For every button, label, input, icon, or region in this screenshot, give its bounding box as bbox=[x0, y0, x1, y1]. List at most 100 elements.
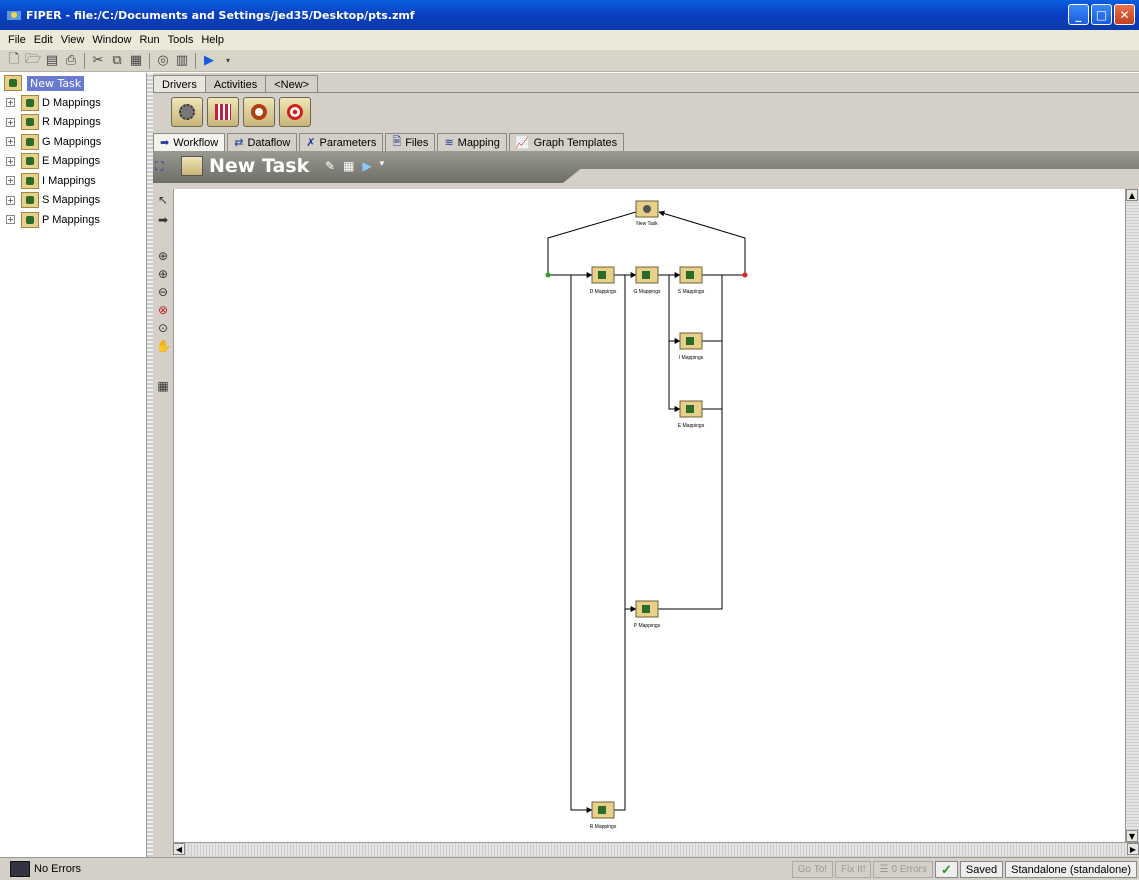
node-g-mappings[interactable]: G Mappings bbox=[634, 266, 661, 295]
goto-button[interactable]: Go To! bbox=[791, 861, 834, 878]
pan-hand-icon[interactable]: ✋ bbox=[156, 339, 171, 353]
node-e-mappings[interactable]: E Mappings bbox=[678, 400, 705, 429]
zoom-in-icon[interactable]: ⊕ bbox=[156, 267, 170, 281]
save-icon[interactable]: ▤ bbox=[44, 53, 60, 69]
tab-label: Graph Templates bbox=[533, 136, 618, 149]
tab-parameters[interactable]: ✗ Parameters bbox=[299, 133, 384, 151]
errors-count: 0 Errors bbox=[891, 864, 928, 875]
run-icon[interactable]: ▶ bbox=[362, 159, 371, 173]
node-r-mappings[interactable]: R Mappings bbox=[590, 801, 617, 830]
dataflow-icon: ⇄ bbox=[234, 137, 244, 149]
close-button[interactable]: ✕ bbox=[1114, 4, 1135, 25]
print-icon[interactable]: ⎙ bbox=[63, 53, 79, 69]
svg-text:New Task: New Task bbox=[636, 221, 658, 227]
horizontal-scrollbar[interactable]: ◀ ▶ bbox=[173, 842, 1139, 856]
menu-view[interactable]: View bbox=[57, 34, 89, 46]
driver-palette bbox=[171, 97, 311, 127]
tree-item-r-mappings[interactable]: + R Mappings bbox=[0, 113, 146, 133]
driver-gears-button[interactable] bbox=[171, 97, 203, 127]
end-node bbox=[742, 272, 748, 278]
new-icon[interactable]: 🗋 bbox=[6, 52, 22, 69]
menu-edit[interactable]: Edit bbox=[30, 34, 57, 46]
scroll-left-icon[interactable]: ◀ bbox=[173, 843, 185, 855]
node-p-mappings[interactable]: P Mappings bbox=[634, 600, 661, 629]
globe-icon[interactable]: ◎ bbox=[155, 53, 171, 69]
tab-mapping[interactable]: ≋ Mapping bbox=[437, 133, 507, 151]
status-message: No Errors bbox=[34, 863, 82, 875]
expand-icon[interactable]: + bbox=[6, 156, 15, 166]
menu-bar: File Edit View Window Run Tools Help bbox=[0, 30, 1139, 50]
gears-icon bbox=[179, 104, 195, 120]
tree-item-i-mappings[interactable]: + I Mappings bbox=[0, 171, 146, 191]
tab-graph-templates[interactable]: 📈 Graph Templates bbox=[508, 133, 625, 151]
tree-item-p-mappings[interactable]: + P Mappings bbox=[0, 210, 146, 230]
tree-root[interactable]: New Task bbox=[0, 73, 146, 93]
menu-file[interactable]: File bbox=[4, 34, 30, 46]
hierarchy-icon[interactable]: ⛶ bbox=[155, 159, 163, 174]
grid-toggle-icon[interactable]: ▦ bbox=[156, 379, 170, 393]
tree-item-s-mappings[interactable]: + S Mappings bbox=[0, 191, 146, 211]
zoom-reset-icon[interactable]: ⊙ bbox=[156, 321, 170, 335]
tab-dataflow[interactable]: ⇄ Dataflow bbox=[227, 133, 298, 151]
expand-icon[interactable]: + bbox=[6, 215, 15, 225]
canvas-tools: ↖ ➡ ⊕ ⊕ ⊖ ⊗ ⊙ ✋ ▦ bbox=[153, 189, 173, 839]
node-s-mappings[interactable]: S Mappings bbox=[678, 266, 705, 295]
svg-text:S Mappings: S Mappings bbox=[678, 289, 705, 295]
edit-icon[interactable]: ✎ bbox=[325, 159, 335, 173]
zoom-out-icon[interactable]: ⊖ bbox=[156, 285, 170, 299]
zoom-fit-icon[interactable]: ⊕ bbox=[156, 249, 170, 263]
copy-icon[interactable]: ⧉ bbox=[109, 53, 125, 69]
node-new-task[interactable]: New Task bbox=[635, 200, 659, 227]
workflow-canvas[interactable]: New Task D Mappings G Mappings S Mapping… bbox=[173, 189, 1125, 842]
scroll-up-icon[interactable]: ▲ bbox=[1126, 189, 1138, 201]
open-icon[interactable]: 🗁 bbox=[25, 52, 41, 69]
menu-help[interactable]: Help bbox=[197, 34, 228, 46]
delete-icon[interactable]: ⊗ bbox=[156, 303, 170, 317]
expand-icon[interactable]: + bbox=[6, 98, 15, 108]
vertical-scrollbar[interactable]: ▲ ▼ bbox=[1125, 189, 1139, 842]
node-i-mappings[interactable]: I Mappings bbox=[679, 332, 704, 361]
node-d-mappings[interactable]: D Mappings bbox=[590, 266, 617, 295]
run-icon[interactable]: ▶ bbox=[201, 53, 217, 69]
tree-item-e-mappings[interactable]: + E Mappings bbox=[0, 152, 146, 172]
connect-arrow-icon[interactable]: ➡ bbox=[156, 213, 170, 227]
target-icon bbox=[287, 104, 303, 120]
fix-button[interactable]: Fix It! bbox=[835, 861, 872, 878]
tree-item-g-mappings[interactable]: + G Mappings bbox=[0, 132, 146, 152]
driver-ring-button[interactable] bbox=[243, 97, 275, 127]
mapping-icon: ≋ bbox=[444, 137, 454, 149]
tab-files[interactable]: 🗎 Files bbox=[385, 133, 436, 151]
tab-workflow[interactable]: ➡ Workflow bbox=[153, 133, 226, 151]
menu-tools[interactable]: Tools bbox=[164, 34, 198, 46]
table-icon[interactable]: ▦ bbox=[343, 159, 354, 173]
minimize-button[interactable]: _ bbox=[1068, 4, 1089, 25]
dropdown-icon[interactable]: ▾ bbox=[220, 53, 236, 69]
select-pointer-icon[interactable]: ↖ bbox=[156, 193, 170, 207]
tree-item-label: D Mappings bbox=[42, 96, 101, 109]
expand-icon[interactable]: + bbox=[6, 137, 15, 147]
paste-icon[interactable]: ▦ bbox=[128, 53, 144, 69]
maximize-button[interactable]: □ bbox=[1091, 4, 1112, 25]
tab-activities[interactable]: Activities bbox=[204, 75, 267, 93]
expand-icon[interactable]: + bbox=[6, 117, 15, 127]
errors-button[interactable]: ☰ 0 Errors bbox=[873, 861, 934, 878]
cut-icon[interactable]: ✂ bbox=[90, 53, 106, 69]
console-icon[interactable] bbox=[10, 861, 30, 877]
dropdown-icon[interactable]: ▾ bbox=[380, 159, 385, 173]
menu-window[interactable]: Window bbox=[88, 34, 135, 46]
menu-run[interactable]: Run bbox=[135, 34, 163, 46]
toolbar: 🗋 🗁 ▤ ⎙ ✂ ⧉ ▦ ◎ ▥ ▶ ▾ bbox=[0, 50, 1139, 72]
expand-icon[interactable]: + bbox=[6, 195, 15, 205]
library-icon[interactable]: ▥ bbox=[174, 53, 190, 69]
scroll-down-icon[interactable]: ▼ bbox=[1126, 830, 1138, 842]
tree-root-label[interactable]: New Task bbox=[27, 75, 85, 91]
tab-new[interactable]: <New> bbox=[265, 75, 319, 93]
tree-item-label: S Mappings bbox=[42, 194, 101, 207]
driver-grid-button[interactable] bbox=[207, 97, 239, 127]
tree-item-d-mappings[interactable]: + D Mappings bbox=[0, 93, 146, 113]
scroll-right-icon[interactable]: ▶ bbox=[1127, 843, 1139, 855]
driver-target-button[interactable] bbox=[279, 97, 311, 127]
svg-text:R Mappings: R Mappings bbox=[590, 824, 617, 830]
tab-drivers[interactable]: Drivers bbox=[153, 75, 206, 93]
expand-icon[interactable]: + bbox=[6, 176, 15, 186]
